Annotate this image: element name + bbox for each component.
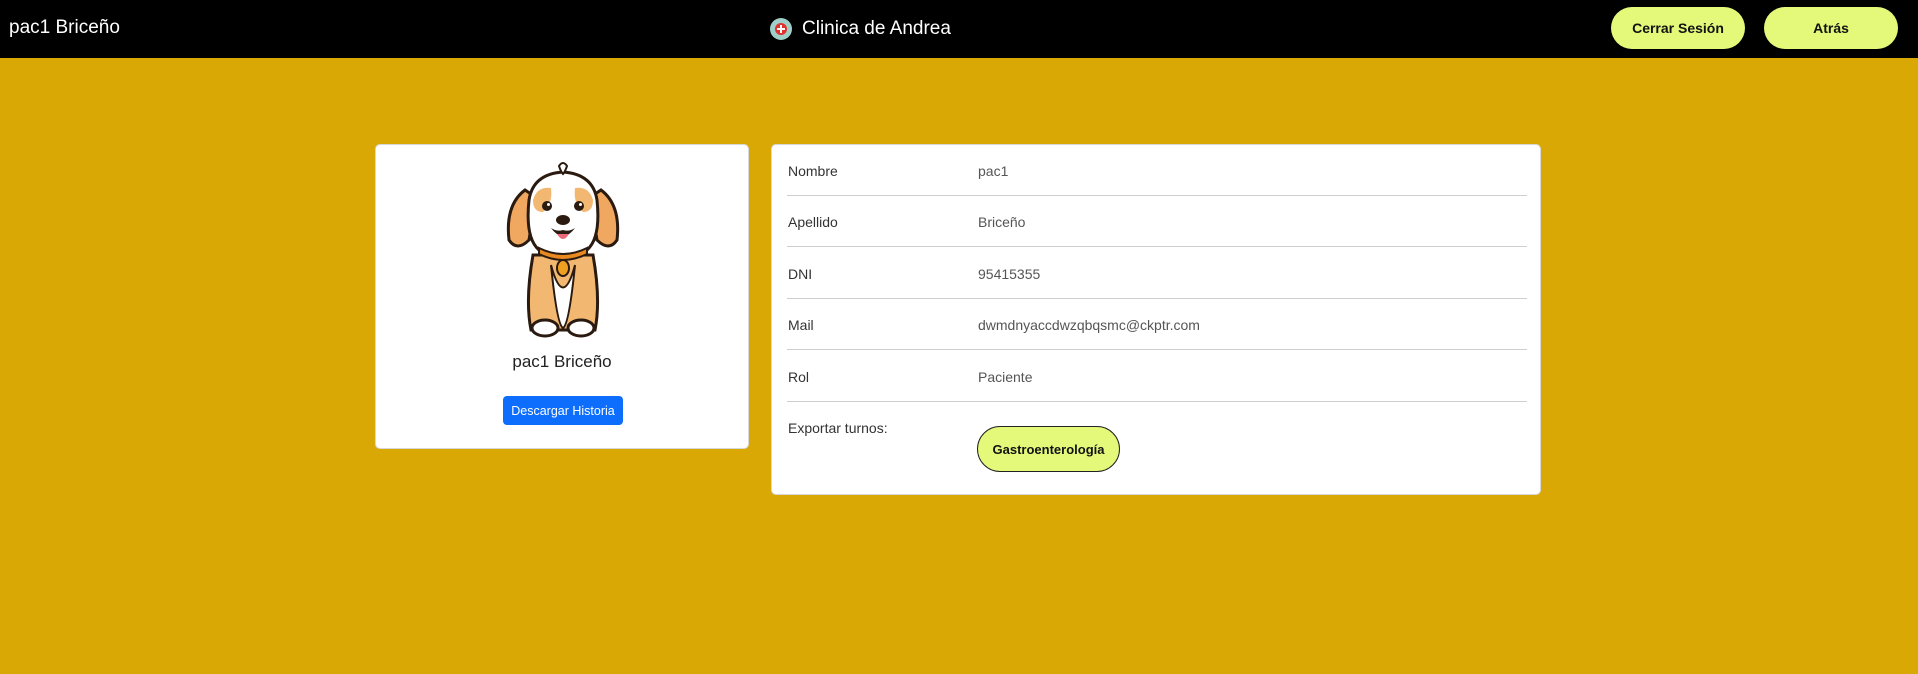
dog-avatar-icon — [506, 162, 620, 338]
info-label: Mail — [788, 317, 814, 333]
info-value: Paciente — [978, 369, 1033, 385]
info-value: pac1 — [978, 163, 1009, 179]
info-label: DNI — [788, 266, 813, 282]
info-row-rol: Rol Paciente — [787, 351, 1527, 402]
info-card: Nombre pac1 Apellido Briceño DNI 9541535… — [771, 144, 1541, 495]
brand-name: Clinica de Andrea — [802, 18, 951, 39]
info-value: 95415355 — [978, 266, 1041, 282]
info-row-mail: Mail dwmdnyaccdwzqbqsmc@ckptr.com — [787, 299, 1527, 350]
navbar-user-name: pac1 Briceño — [9, 17, 120, 38]
info-row-dni: DNI 95415355 — [787, 248, 1527, 299]
export-gastroenterologia-button[interactable]: Gastroenterología — [977, 426, 1120, 472]
logout-button[interactable]: Cerrar Sesión — [1611, 7, 1745, 49]
profile-card: pac1 Briceño Descargar Historia — [375, 144, 749, 449]
profile-name: pac1 Briceño — [512, 352, 612, 371]
clinic-logo-icon — [770, 18, 792, 40]
info-row-nombre: Nombre pac1 — [787, 145, 1527, 196]
info-value: Briceño — [978, 214, 1026, 230]
info-row-apellido: Apellido Briceño — [787, 196, 1527, 247]
info-value: dwmdnyaccdwzqbqsmc@ckptr.com — [978, 317, 1200, 333]
export-turnos-label: Exportar turnos: — [788, 420, 888, 436]
info-label: Apellido — [788, 214, 838, 230]
brand[interactable]: Clinica de Andrea — [770, 0, 951, 58]
back-button[interactable]: Atrás — [1764, 7, 1898, 49]
info-label: Nombre — [788, 163, 838, 179]
info-label: Rol — [788, 369, 810, 385]
top-navbar: pac1 Briceño Clinica de Andrea Cerrar Se… — [0, 0, 1918, 58]
download-history-button[interactable]: Descargar Historia — [503, 396, 623, 425]
